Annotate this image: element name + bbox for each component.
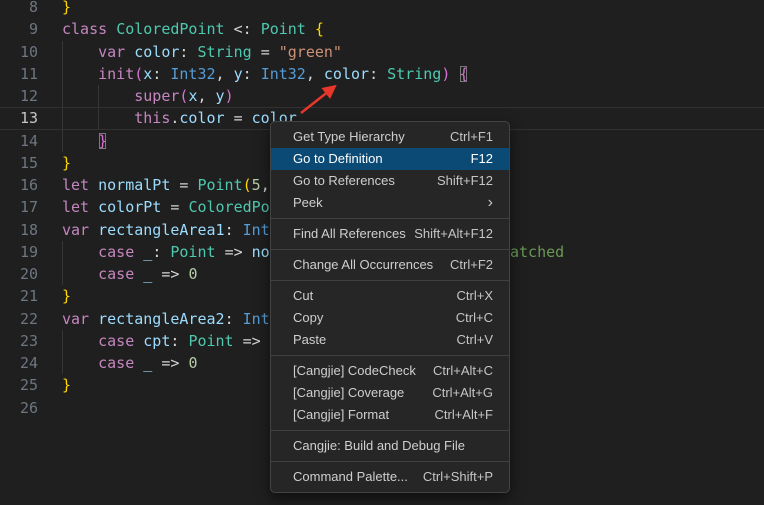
menu-item-cangjie-format[interactable]: [Cangjie] Format Ctrl+Alt+F [271, 404, 509, 426]
indent-guide [62, 63, 63, 85]
menu-item-paste[interactable]: Paste Ctrl+V [271, 329, 509, 351]
line-number: 15 [0, 152, 38, 174]
indent-guide [98, 85, 99, 107]
line-number: 12 [0, 85, 38, 107]
menu-item-cangjie-codecheck[interactable]: [Cangjie] CodeCheck Ctrl+Alt+C [271, 360, 509, 382]
menu-item-get-type-hierarchy[interactable]: Get Type Hierarchy Ctrl+F1 [271, 126, 509, 148]
menu-item-shortcut: Ctrl+Alt+C [433, 360, 493, 382]
menu-item-peek[interactable]: Peek › [271, 192, 509, 214]
menu-item-go-to-references[interactable]: Go to References Shift+F12 [271, 170, 509, 192]
menu-item-shortcut: Shift+F12 [437, 170, 493, 192]
menu-item-shortcut: Ctrl+F2 [450, 254, 493, 276]
menu-item-label: Find All References [293, 223, 406, 245]
menu-separator [271, 461, 509, 462]
line-number: 16 [0, 174, 38, 196]
menu-item-label: Go to Definition [293, 148, 383, 170]
menu-separator [271, 218, 509, 219]
code-line-12[interactable]: 12 super(x, y) [0, 85, 764, 107]
code-line-8[interactable]: 8} [0, 0, 764, 18]
menu-item-cangjie-build-and-debug-file[interactable]: Cangjie: Build and Debug File [271, 435, 509, 457]
menu-separator [271, 249, 509, 250]
menu-item-shortcut: Ctrl+F1 [450, 126, 493, 148]
menu-item-label: Paste [293, 329, 326, 351]
menu-item-cangjie-coverage[interactable]: [Cangjie] Coverage Ctrl+Alt+G [271, 382, 509, 404]
code-line-10[interactable]: 10 var color: String = "green" [0, 41, 764, 63]
menu-separator [271, 430, 509, 431]
menu-separator [271, 280, 509, 281]
menu-item-shortcut: Shift+Alt+F12 [414, 223, 493, 245]
indent-guide [62, 130, 63, 152]
line-number: 20 [0, 263, 38, 285]
menu-item-go-to-definition[interactable]: Go to Definition F12 [271, 148, 509, 170]
line-number: 9 [0, 18, 38, 40]
line-number: 13 [0, 107, 38, 129]
indent-guide [62, 85, 63, 107]
line-number: 25 [0, 374, 38, 396]
menu-item-shortcut: Ctrl+C [456, 307, 493, 329]
indent-guide [62, 352, 63, 374]
submenu-chevron-icon: › [488, 192, 493, 214]
menu-item-label: Get Type Hierarchy [293, 126, 405, 148]
menu-item-label: Command Palette... [293, 466, 408, 488]
menu-item-label: Peek [293, 192, 323, 214]
menu-item-label: [Cangjie] Format [293, 404, 389, 426]
menu-item-shortcut: Ctrl+V [457, 329, 493, 351]
line-number: 26 [0, 397, 38, 419]
indent-guide [62, 263, 63, 285]
line-number: 10 [0, 41, 38, 63]
menu-item-label: [Cangjie] Coverage [293, 382, 404, 404]
indent-guide [62, 330, 63, 352]
code-line-content: super(x, y) [62, 85, 764, 107]
code-line-9[interactable]: 9 class ColoredPoint <: Point { [0, 18, 764, 40]
menu-item-shortcut: Ctrl+Alt+G [432, 382, 493, 404]
menu-item-shortcut: F12 [471, 148, 493, 170]
line-number: 23 [0, 330, 38, 352]
menu-item-find-all-references[interactable]: Find All References Shift+Alt+F12 [271, 223, 509, 245]
menu-item-copy[interactable]: Copy Ctrl+C [271, 307, 509, 329]
context-menu: Get Type HierarchyCtrl+F1Go to Definitio… [270, 121, 510, 493]
menu-item-label: Cut [293, 285, 313, 307]
menu-item-label: [Cangjie] CodeCheck [293, 360, 416, 382]
line-number: 24 [0, 352, 38, 374]
indent-guide [62, 41, 63, 63]
menu-separator [271, 355, 509, 356]
line-number: 8 [0, 0, 38, 18]
indent-guide [62, 107, 63, 129]
menu-item-shortcut: Ctrl+Alt+F [434, 404, 493, 426]
indent-guide [62, 241, 63, 263]
code-fragment-right-of-menu: atched [510, 241, 564, 263]
vscode-editor-screen: 8}9class ColoredPoint <: Point {10 var c… [0, 0, 764, 505]
line-number: 18 [0, 219, 38, 241]
menu-item-shortcut: Ctrl+X [457, 285, 493, 307]
code-line-content: var color: String = "green" [62, 41, 764, 63]
menu-item-shortcut: Ctrl+Shift+P [423, 466, 493, 488]
code-line-content: class ColoredPoint <: Point { [62, 18, 764, 40]
menu-item-cut[interactable]: Cut Ctrl+X [271, 285, 509, 307]
line-number: 14 [0, 130, 38, 152]
menu-item-label: Copy [293, 307, 323, 329]
menu-item-command-palette[interactable]: Command Palette... Ctrl+Shift+P [271, 466, 509, 488]
code-line-content: } [62, 0, 764, 18]
line-number: 19 [0, 241, 38, 263]
line-number: 11 [0, 63, 38, 85]
menu-item-label: Cangjie: Build and Debug File [293, 435, 465, 457]
line-number: 22 [0, 308, 38, 330]
menu-item-change-all-occurrences[interactable]: Change All Occurrences Ctrl+F2 [271, 254, 509, 276]
code-line-content: init(x: Int32, y: Int32, color: String) … [62, 63, 764, 85]
menu-item-label: Go to References [293, 170, 395, 192]
code-line-11[interactable]: 11 init(x: Int32, y: Int32, color: Strin… [0, 63, 764, 85]
line-number: 17 [0, 196, 38, 218]
indent-guide [98, 107, 99, 129]
line-number: 21 [0, 285, 38, 307]
menu-item-label: Change All Occurrences [293, 254, 433, 276]
